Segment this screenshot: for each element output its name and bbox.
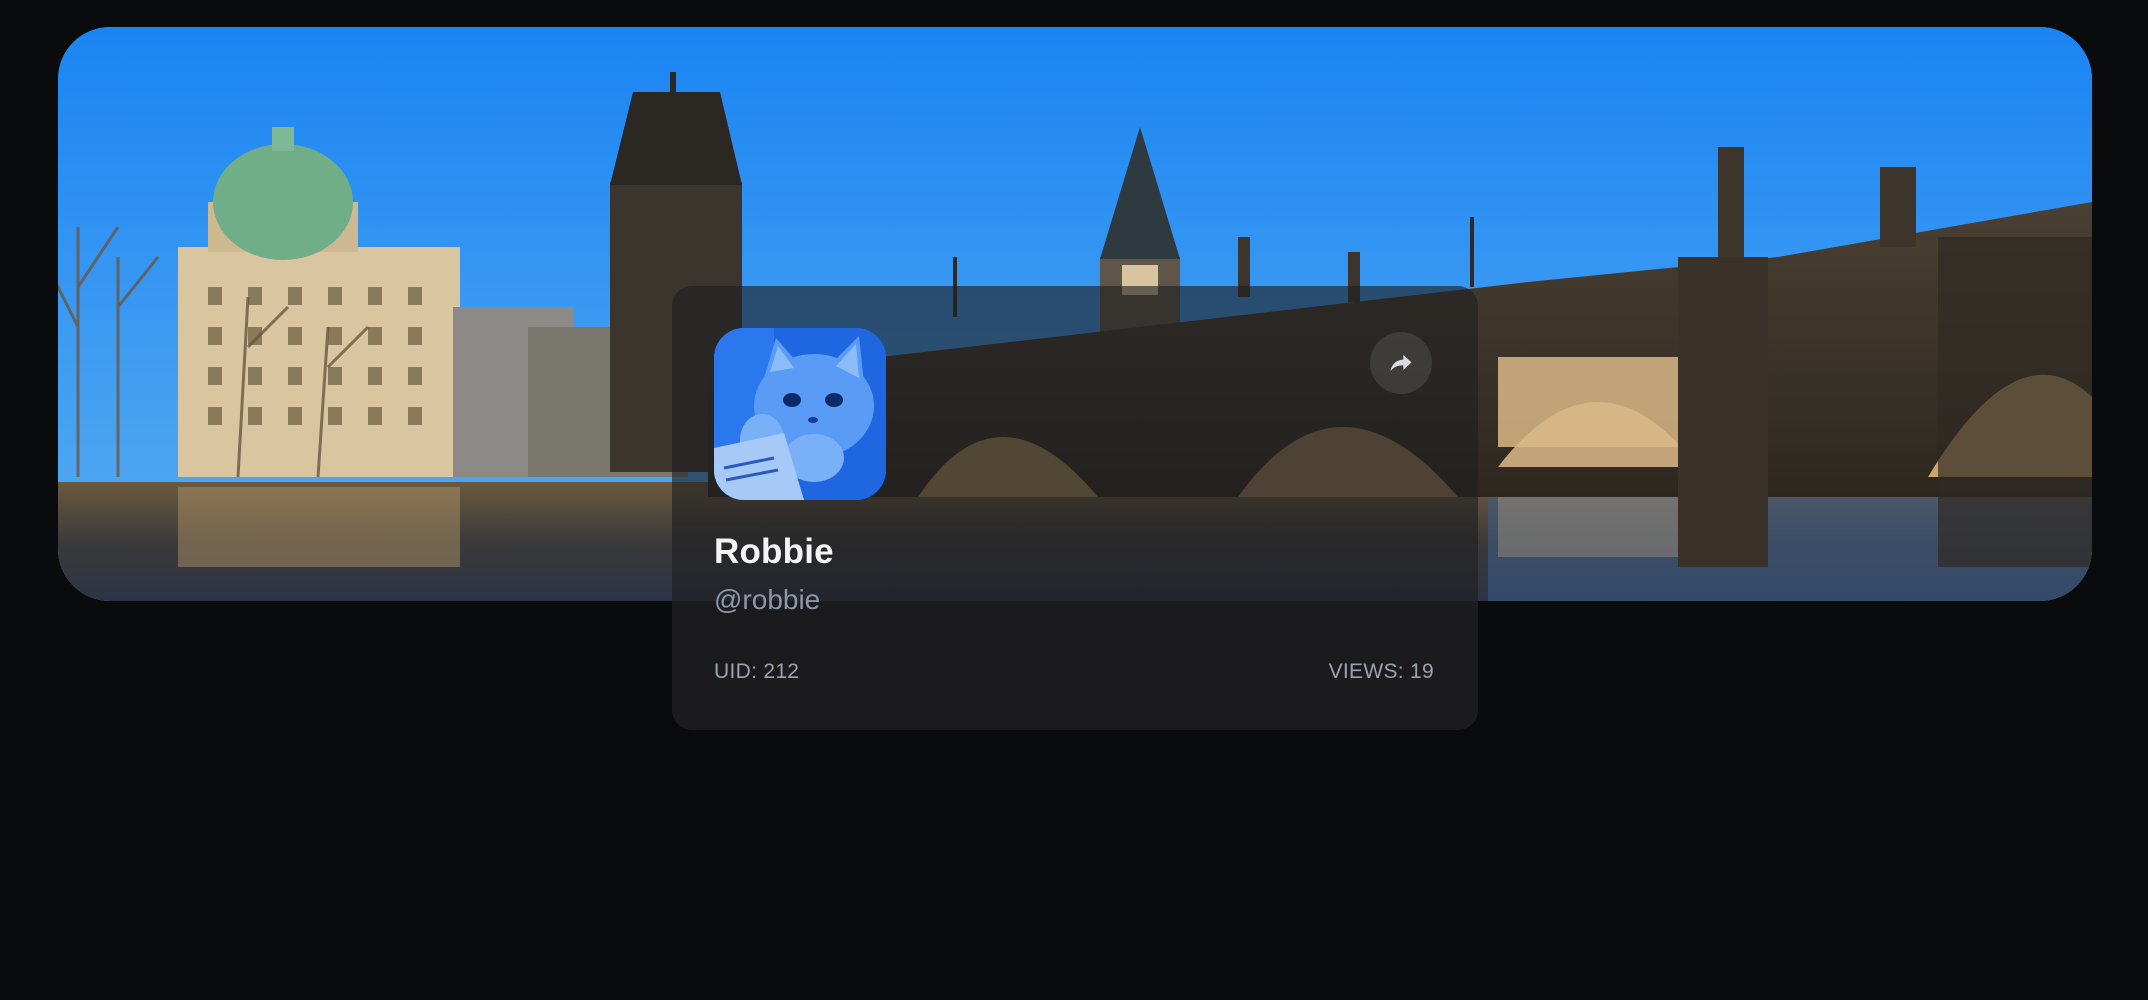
uid-stat: UID: 212 [714,660,800,683]
profile-handle: @robbie [714,584,821,615]
profile-page: Robbie @robbie UID: 212 VIEWS: 19 [0,0,2148,1000]
profile-display-name: Robbie [714,532,834,571]
share-icon [1390,354,1412,372]
cat-avatar-image [714,328,886,500]
views-stat: VIEWS: 19 [1328,660,1434,683]
share-button[interactable] [1370,332,1432,394]
cat-avatar [714,328,886,500]
